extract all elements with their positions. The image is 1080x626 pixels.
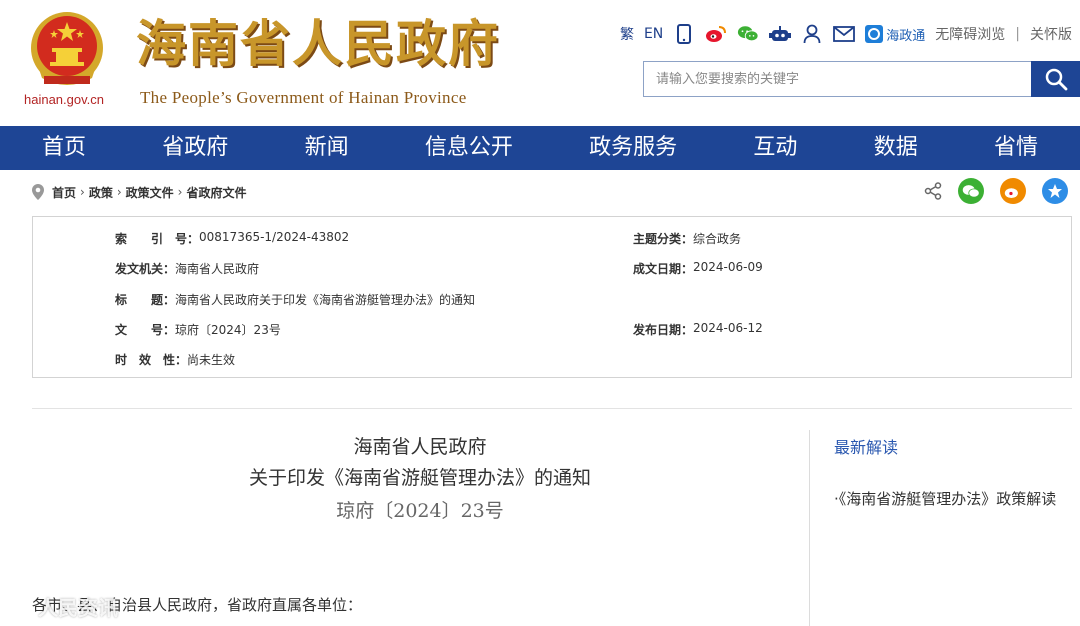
document-metadata-box: 索 引 号： 00817365-1/2024-43802 主题分类： 综合政务 … <box>32 216 1072 378</box>
location-pin-icon <box>32 184 44 200</box>
top-toolbar: 繁 EN 海政通 无障碍浏览 | 关怀版 <box>620 22 1072 46</box>
share-bar <box>924 178 1068 204</box>
search-button[interactable] <box>1031 61 1080 97</box>
national-emblem-icon[interactable] <box>24 8 110 94</box>
meta-validity: 时 效 性： 尚未生效 <box>115 353 236 367</box>
site-subtitle: The People’s Government of Hainan Provin… <box>140 88 467 107</box>
site-title[interactable]: 海南省人民政府 <box>136 14 500 74</box>
site-header: hainan.gov.cn 海南省人民政府 The People’s Gover… <box>0 0 1080 126</box>
mail-icon[interactable] <box>833 23 856 45</box>
weibo-icon[interactable] <box>705 23 727 45</box>
document-issuer-title: 海南省人民政府 <box>353 436 487 458</box>
breadcrumb-home[interactable]: 首页 <box>52 184 76 201</box>
nav-item-home[interactable]: 首页 <box>42 126 86 170</box>
sidebar-title: 最新解读 <box>834 438 899 457</box>
meta-topic: 主题分类： 综合政务 <box>633 232 742 246</box>
breadcrumb-separator-icon: › <box>177 185 183 199</box>
nav-item-interaction[interactable]: 互动 <box>753 126 797 170</box>
breadcrumb-separator-icon: › <box>116 185 122 199</box>
user-icon[interactable] <box>801 23 823 45</box>
meta-index: 索 引 号： 00817365-1/2024-43802 <box>115 230 350 246</box>
share-weibo-icon[interactable] <box>1000 178 1026 204</box>
meta-publish-date: 发布日期： 2024-06-12 <box>633 321 763 337</box>
meta-title: 标 题： 海南省人民政府关于印发《海南省游艇管理办法》的通知 <box>115 293 476 307</box>
document-title: 关于印发《海南省游艇管理办法》的通知 <box>248 467 591 489</box>
meta-written-date: 成文日期： 2024-06-09 <box>633 260 763 276</box>
robot-icon[interactable] <box>769 23 792 45</box>
watermark-text: 人民资讯 <box>38 596 118 620</box>
nav-item-province-overview[interactable]: 省情 <box>994 126 1038 170</box>
meta-doc-number: 文 号： 琼府〔2024〕23号 <box>115 323 281 337</box>
site-domain: hainan.gov.cn <box>24 92 104 107</box>
elder-mode-link[interactable]: 关怀版 <box>1030 24 1072 44</box>
sidebar-interpretation-link[interactable]: ·《海南省游艇管理办法》政策解读 <box>834 484 1074 514</box>
sidebar-divider <box>809 430 810 626</box>
breadcrumb-policy-documents[interactable]: 政策文件 <box>126 184 174 201</box>
share-wechat-icon[interactable] <box>958 178 984 204</box>
watermark: 人民资讯 <box>8 592 118 621</box>
nav-item-data[interactable]: 数据 <box>874 126 918 170</box>
toolbar-separator: | <box>1015 26 1020 42</box>
nav-item-information-disclosure[interactable]: 信息公开 <box>425 126 513 170</box>
nav-item-government-services[interactable]: 政务服务 <box>589 126 677 170</box>
wechat-icon[interactable] <box>737 23 759 45</box>
english-link[interactable]: EN <box>644 26 663 42</box>
share-icon[interactable] <box>924 182 942 200</box>
breadcrumb-separator-icon: › <box>80 185 85 199</box>
haizhengtong-icon <box>865 25 884 43</box>
nav-item-news[interactable]: 新闻 <box>305 126 349 170</box>
haizhengtong-link[interactable]: 海政通 <box>865 25 925 44</box>
share-qzone-icon[interactable] <box>1042 178 1068 204</box>
content-divider <box>32 408 1072 409</box>
main-nav: 首页 省政府 新闻 信息公开 政务服务 互动 数据 省情 <box>0 126 1080 170</box>
search-bar <box>643 61 1080 97</box>
traditional-chinese-link[interactable]: 繁 <box>620 24 634 44</box>
document-number: 琼府〔2024〕23号 <box>336 500 504 522</box>
breadcrumb-provincial-documents[interactable]: 省政府文件 <box>186 184 246 201</box>
meta-issuer: 发文机关： 海南省人民政府 <box>115 262 260 276</box>
accessibility-link[interactable]: 无障碍浏览 <box>935 24 1005 44</box>
search-icon <box>1045 68 1067 91</box>
mobile-icon[interactable] <box>673 23 695 45</box>
breadcrumb: 首页 › 政策 › 政策文件 › 省政府文件 <box>32 182 247 202</box>
search-input[interactable] <box>643 61 1031 97</box>
nav-item-provincial-government[interactable]: 省政府 <box>162 126 228 170</box>
watermark-logo-icon <box>9 595 33 618</box>
haizhengtong-label: 海政通 <box>886 28 926 44</box>
breadcrumb-policy[interactable]: 政策 <box>89 184 113 201</box>
